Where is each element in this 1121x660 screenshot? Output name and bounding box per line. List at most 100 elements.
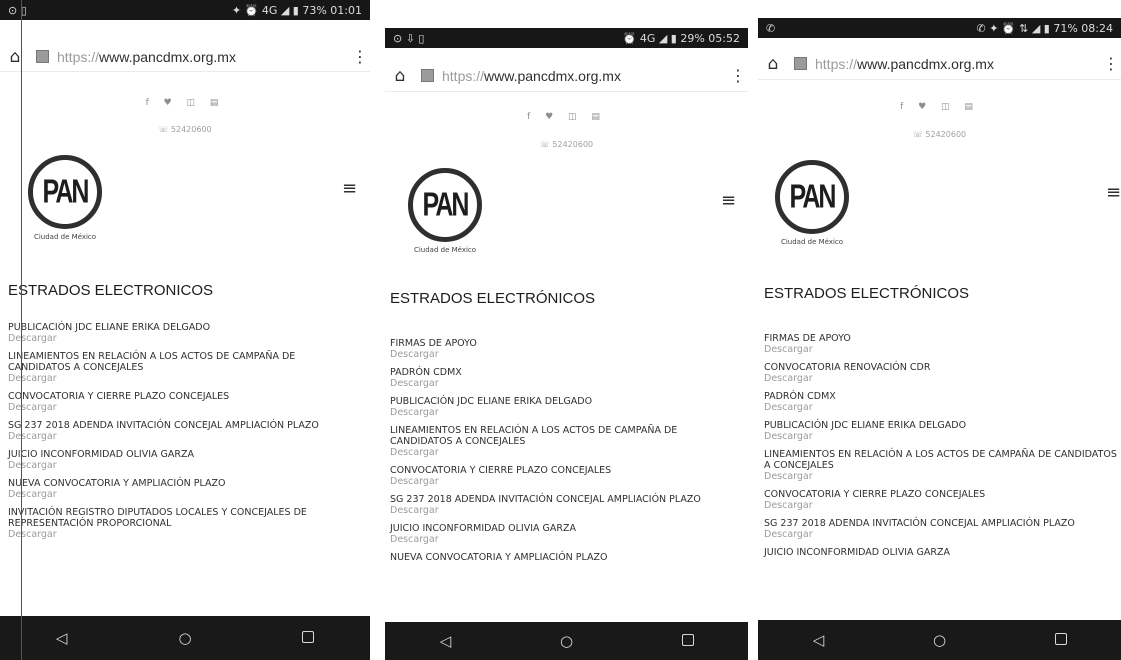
download-link[interactable]: Descargar xyxy=(764,402,1121,413)
list-item: CONVOCATORIA Y CIERRE PLAZO CONCEJALES De… xyxy=(390,465,740,487)
home-icon[interactable]: ⌂ xyxy=(385,66,415,86)
phone-screenshot-2: ⊙ ⇩ ▯ ⏰ 4G ◢ ▮ 29% 05:52 ⌂ https://www.p… xyxy=(385,0,748,660)
pan-logo[interactable]: PAN Ciudad de México xyxy=(25,155,105,251)
hamburger-menu-icon[interactable]: ≡ xyxy=(342,178,357,199)
download-link[interactable]: Descargar xyxy=(764,529,1121,540)
home-button-icon[interactable]: ○ xyxy=(165,629,205,647)
back-icon[interactable]: ◁ xyxy=(799,631,839,649)
download-link[interactable]: Descargar xyxy=(764,500,1121,511)
list-item: CONVOCATORIA Y CIERRE PLAZO CONCEJALES De… xyxy=(764,489,1121,511)
item-title[interactable]: FIRMAS DE APOYO xyxy=(390,338,740,349)
site-lock-icon[interactable] xyxy=(794,57,807,70)
download-link[interactable]: Descargar xyxy=(8,402,358,413)
url-field[interactable]: https://www.pancdmx.org.mx xyxy=(57,49,350,65)
phone-screenshot-1: ⊙ ▯ ✦ ⏰ 4G ◢ ▮ 73% 01:01 ⌂ https://www.p… xyxy=(0,0,370,660)
recents-square xyxy=(302,631,315,643)
logo-text: PAN xyxy=(42,172,90,211)
download-link[interactable]: Descargar xyxy=(764,344,1121,355)
recents-icon[interactable] xyxy=(1041,631,1081,649)
item-title[interactable]: PUBLICACIÓN JDC ELIANE ERIKA DELGADO xyxy=(8,322,358,333)
social-icons[interactable]: f ♥ ◫ ▤ xyxy=(0,98,370,108)
home-icon[interactable]: ⌂ xyxy=(0,47,30,67)
recents-icon[interactable] xyxy=(288,629,328,647)
item-title[interactable]: JUICIO INCONFORMIDAD OLIVIA GARZA xyxy=(8,449,358,460)
list-item: SG 237 2018 ADENDA INVITACIÓN CONCEJAL A… xyxy=(390,494,740,516)
address-bar[interactable]: ⌂ https://www.pancdmx.org.mx ⋮ xyxy=(758,48,1121,80)
item-title[interactable]: SG 237 2018 ADENDA INVITACIÓN CONCEJAL A… xyxy=(8,420,358,431)
home-button-icon[interactable]: ○ xyxy=(920,631,960,649)
url-scheme: https:// xyxy=(57,48,100,65)
logo-city: Ciudad de México xyxy=(33,233,97,241)
more-menu-icon[interactable]: ⋮ xyxy=(1101,54,1121,73)
item-title[interactable]: PUBLICACIÓN JDC ELIANE ERIKA DELGADO xyxy=(764,420,1121,431)
hamburger-menu-icon[interactable]: ≡ xyxy=(721,190,736,211)
site-lock-icon[interactable] xyxy=(421,69,434,82)
download-link[interactable]: Descargar xyxy=(390,378,740,389)
address-bar[interactable]: ⌂ https://www.pancdmx.org.mx ⋮ xyxy=(0,42,370,72)
item-title[interactable]: CONVOCATORIA Y CIERRE PLAZO CONCEJALES xyxy=(390,465,740,476)
download-link[interactable]: Descargar xyxy=(8,333,358,344)
list-item: SG 237 2018 ADENDA INVITACIÓN CONCEJAL A… xyxy=(8,420,358,442)
list-item: LINEAMIENTOS EN RELACIÓN A LOS ACTOS DE … xyxy=(8,351,358,384)
item-title[interactable]: CONVOCATORIA Y CIERRE PLAZO CONCEJALES xyxy=(764,489,1121,500)
android-nav-bar: ◁ ○ xyxy=(0,616,370,660)
home-button-icon[interactable]: ○ xyxy=(547,632,587,650)
download-link[interactable]: Descargar xyxy=(390,349,740,360)
page-heading: ESTRADOS ELECTRONICOS xyxy=(8,282,214,299)
item-title[interactable]: PADRÓN CDMX xyxy=(764,391,1121,402)
url-field[interactable]: https://www.pancdmx.org.mx xyxy=(442,68,728,84)
download-link[interactable]: Descargar xyxy=(390,407,740,418)
item-title[interactable]: SG 237 2018 ADENDA INVITACIÓN CONCEJAL A… xyxy=(764,518,1121,529)
download-link[interactable]: Descargar xyxy=(8,431,358,442)
download-link[interactable]: Descargar xyxy=(8,489,358,500)
item-title[interactable]: PUBLICACIÓN JDC ELIANE ERIKA DELGADO xyxy=(390,396,740,407)
download-link[interactable]: Descargar xyxy=(764,471,1121,482)
url-field[interactable]: https://www.pancdmx.org.mx xyxy=(815,56,1101,72)
download-link[interactable]: Descargar xyxy=(390,447,740,458)
android-nav-bar: ◁ ○ xyxy=(385,622,748,660)
list-item: PUBLICACIÓN JDC ELIANE ERIKA DELGADO Desc… xyxy=(8,322,358,344)
list-item: JUICIO INCONFORMIDAD OLIVIA GARZA Descarg… xyxy=(390,523,740,545)
item-title[interactable]: JUICIO INCONFORMIDAD OLIVIA GARZA xyxy=(764,547,1121,558)
list-item: LINEAMIENTOS EN RELACIÓN A LOS ACTOS DE … xyxy=(764,449,1121,482)
item-title[interactable]: CONVOCATORIA RENOVACIÓN CDR xyxy=(764,362,1121,373)
list-item: PADRÓN CDMX Descargar xyxy=(390,367,740,389)
download-link[interactable]: Descargar xyxy=(390,534,740,545)
logo-ring: PAN xyxy=(775,160,849,234)
status-left-icons: ✆ xyxy=(766,21,776,35)
download-link[interactable]: Descargar xyxy=(8,373,358,384)
item-title[interactable]: PADRÓN CDMX xyxy=(390,367,740,378)
download-link[interactable]: Descargar xyxy=(8,529,358,540)
site-lock-icon[interactable] xyxy=(36,50,49,63)
status-right-icons: ✦ ⏰ 4G ◢ ▮ 73% 01:01 xyxy=(231,3,362,17)
download-link[interactable]: Descargar xyxy=(390,505,740,516)
home-icon[interactable]: ⌂ xyxy=(758,54,788,74)
social-icons[interactable]: f ♥ ◫ ▤ xyxy=(385,112,748,122)
item-title[interactable]: LINEAMIENTOS EN RELACIÓN A LOS ACTOS DE … xyxy=(764,449,1121,471)
social-icons[interactable]: f ♥ ◫ ▤ xyxy=(758,102,1121,112)
pan-logo[interactable]: PAN Ciudad de México xyxy=(772,160,852,256)
more-menu-icon[interactable]: ⋮ xyxy=(728,66,748,85)
download-link[interactable]: Descargar xyxy=(764,431,1121,442)
list-item: JUICIO INCONFORMIDAD OLIVIA GARZA Descarg… xyxy=(8,449,358,471)
item-title[interactable]: CONVOCATORIA Y CIERRE PLAZO CONCEJALES xyxy=(8,391,358,402)
hamburger-menu-icon[interactable]: ≡ xyxy=(1106,182,1121,203)
pan-logo[interactable]: PAN Ciudad de México xyxy=(405,168,485,264)
item-title[interactable]: JUICIO INCONFORMIDAD OLIVIA GARZA xyxy=(390,523,740,534)
recents-icon[interactable] xyxy=(668,632,708,650)
item-title[interactable]: NUEVA CONVOCATORIA Y AMPLIACIÓN PLAZO xyxy=(390,552,740,563)
back-icon[interactable]: ◁ xyxy=(42,629,82,647)
download-link[interactable]: Descargar xyxy=(8,460,358,471)
download-link[interactable]: Descargar xyxy=(764,373,1121,384)
item-title[interactable]: INVITACIÓN REGISTRO DIPUTADOS LOCALES Y … xyxy=(8,507,358,529)
item-title[interactable]: LINEAMIENTOS EN RELACIÓN A LOS ACTOS DE … xyxy=(390,425,740,447)
address-bar[interactable]: ⌂ https://www.pancdmx.org.mx ⋮ xyxy=(385,60,748,92)
url-host: www.pancdmx.org.mx xyxy=(99,48,236,65)
item-title[interactable]: LINEAMIENTOS EN RELACIÓN A LOS ACTOS DE … xyxy=(8,351,358,373)
item-title[interactable]: SG 237 2018 ADENDA INVITACIÓN CONCEJAL A… xyxy=(390,494,740,505)
download-link[interactable]: Descargar xyxy=(390,476,740,487)
back-icon[interactable]: ◁ xyxy=(426,632,466,650)
item-title[interactable]: FIRMAS DE APOYO xyxy=(764,333,1121,344)
item-title[interactable]: NUEVA CONVOCATORIA Y AMPLIACIÓN PLAZO xyxy=(8,478,358,489)
more-menu-icon[interactable]: ⋮ xyxy=(350,47,370,66)
